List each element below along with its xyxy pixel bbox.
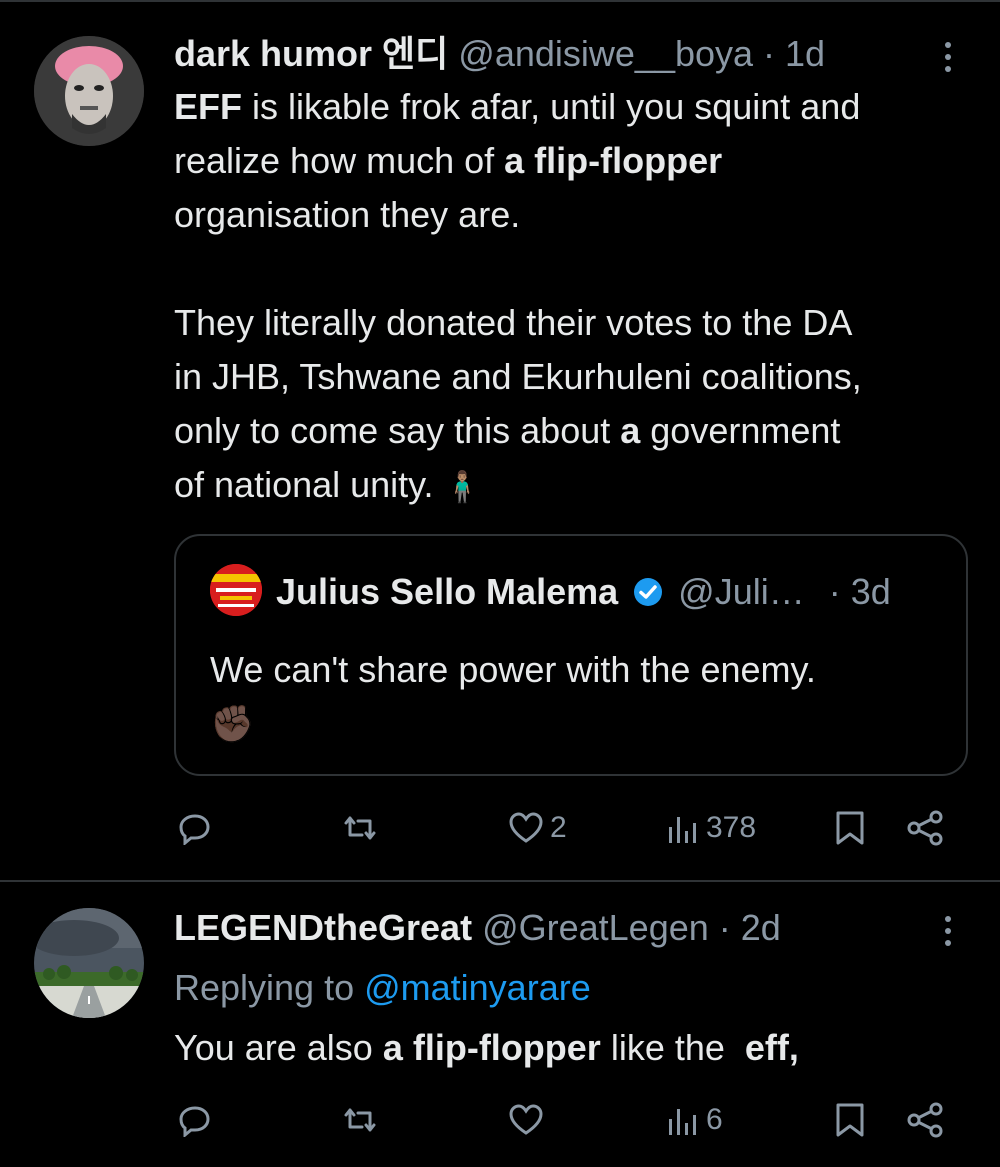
text-line: only to come say this about [174,410,621,451]
author-name[interactable]: LEGENDtheGreat [174,907,472,948]
storm-landscape-avatar-icon [34,908,144,1018]
verified-badge-icon [632,574,664,618]
repost-icon [344,1108,376,1132]
text-bold: EFF [174,86,242,127]
view-count: 6 [706,1103,723,1136]
bookmark-icon [836,811,864,845]
quoted-header: Julius Sello Malema @Juli… · 3d [276,570,891,618]
bookmark-button[interactable] [834,1094,866,1146]
heart-icon [509,812,543,843]
share-button[interactable] [906,1094,944,1146]
views-chart-icon [669,1109,696,1135]
like-button[interactable]: 2 [508,802,567,854]
bookmark-button[interactable] [834,802,866,854]
text-line: of national unity. [174,464,444,505]
text-line: is likable frok afar, until you squint a… [242,86,861,127]
quoted-tweet-time[interactable]: · 3d [829,571,891,612]
author-avatar[interactable] [34,36,144,146]
repost-button[interactable] [340,1094,380,1146]
reply-button[interactable] [178,802,212,854]
raised-fist-emoji: ✊🏿 [210,703,255,744]
replying-label: Replying to [174,967,365,1008]
portrait-avatar-icon [34,36,144,146]
tweet-1[interactable]: dark humor 엔디 @andisiwe__boya · 1d EFF i… [0,0,1000,880]
quoted-author-name[interactable]: Julius Sello Malema [276,571,618,612]
eff-logo-avatar-icon [210,564,262,616]
share-icon [907,810,943,846]
reply-icon [179,814,210,845]
view-count: 378 [706,811,757,844]
tweet-time[interactable]: · 2d [719,907,781,948]
tweet-actions: 6 [0,1094,1000,1146]
quoted-author-avatar[interactable] [210,564,262,616]
views-chart-icon [669,817,696,843]
replying-mention-link[interactable]: @matinyarare [364,967,591,1008]
author-handle[interactable]: @GreatLegen [482,907,709,948]
text-bold: a flip-flopper [504,140,723,181]
tweet-2[interactable]: LEGENDtheGreat @GreatLegen · 2d Replying… [0,882,1000,1167]
quoted-author-handle[interactable]: @Juli… [678,571,805,612]
text-line: realize how much of [174,140,505,181]
like-count: 2 [550,811,567,844]
tweet-time[interactable]: · 1d [763,33,825,74]
tweet-header: dark humor 엔디 @andisiwe__boya · 1d [174,32,825,76]
reply-icon [179,1106,210,1137]
tweet-header: LEGENDtheGreat @GreatLegen · 2d [174,906,781,950]
share-button[interactable] [906,802,944,854]
quoted-tweet[interactable]: Julius Sello Malema @Juli… · 3d We can't… [174,534,968,776]
text-line: organisation they are. [174,194,521,235]
replying-to: Replying to @matinyarare [174,966,591,1010]
views-button[interactable]: 378 [666,802,756,854]
author-handle[interactable]: @andisiwe__boya [458,33,753,74]
tweet-actions: 2 378 [0,802,1000,854]
more-options-icon[interactable] [938,916,958,946]
author-name[interactable]: dark humor 엔디 [174,33,448,74]
share-icon [907,1102,943,1138]
views-button[interactable]: 6 [666,1094,723,1146]
text-bold: eff, [744,1027,799,1068]
tweet-text: You are also a flip-flopper like the eff… [174,1026,799,1070]
bookmark-icon [836,1103,864,1137]
tweet-text: EFF is likable frok afar, until you squi… [174,80,862,515]
text-line: like the [600,1027,745,1068]
standing-person-emoji: 🧍🏽‍♂️ [443,471,481,504]
text-bold: a [620,410,641,451]
text-line: They literally donated their votes to th… [174,302,853,343]
text-line: You are also [174,1027,383,1068]
text-line: in JHB, Tshwane and Ekurhuleni coalition… [174,356,862,397]
repost-button[interactable] [340,802,380,854]
like-button[interactable] [508,1094,544,1146]
quoted-tweet-text: We can't share power with the enemy. ✊🏿 [210,648,816,746]
text-line: We can't share power with the enemy. [210,649,816,690]
reply-button[interactable] [178,1094,212,1146]
author-avatar[interactable] [34,908,144,1018]
text-line: government [640,410,841,451]
text-bold: a flip-flopper [382,1027,601,1068]
heart-icon [509,1104,543,1135]
repost-icon [344,816,376,840]
more-options-icon[interactable] [938,42,958,72]
